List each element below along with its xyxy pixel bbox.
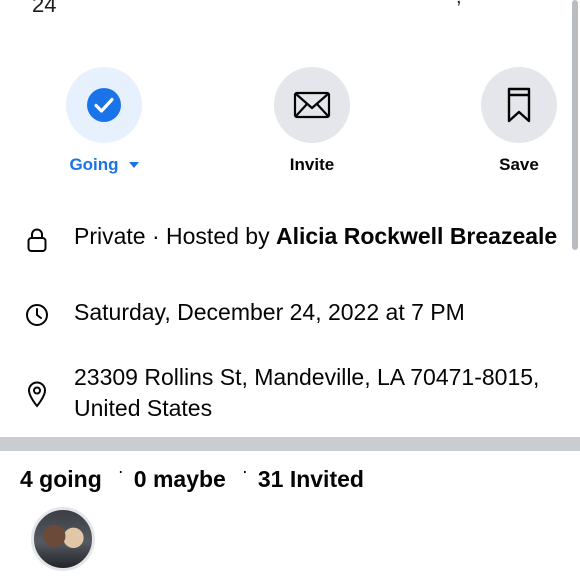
section-divider — [0, 437, 580, 451]
event-address[interactable]: 23309 Rollins St, Mandeville, LA 70471-8… — [74, 362, 564, 424]
event-date-fragment: 24 — [32, 0, 57, 17]
map-pin-icon — [0, 362, 74, 408]
maybe-count[interactable]: 0 maybe — [134, 466, 226, 493]
attendee-avatar[interactable] — [31, 507, 95, 571]
going-label-row[interactable]: Going — [44, 155, 164, 175]
clock-icon — [0, 297, 74, 327]
save-icon-circle[interactable] — [481, 67, 557, 143]
save-label: Save — [499, 155, 539, 174]
separator-dot: · — [117, 461, 124, 481]
going-button[interactable]: Going — [44, 67, 164, 175]
location-row[interactable]: 23309 Rollins St, Mandeville, LA 70471-8… — [0, 362, 580, 424]
header-fragment: , — [456, 0, 462, 9]
invited-count[interactable]: 31 Invited — [258, 466, 364, 493]
going-count[interactable]: 4 going — [20, 466, 102, 493]
host-name-link[interactable]: Alicia Rockwell Breazeale — [276, 223, 557, 249]
attendance-summary: 4 going · 0 maybe · 31 Invited — [20, 461, 364, 493]
save-button[interactable]: Save — [459, 67, 579, 175]
lock-icon — [0, 221, 74, 253]
privacy-host-text: Private · Hosted by Alicia Rockwell Brea… — [74, 221, 557, 252]
envelope-icon — [293, 91, 331, 119]
privacy-label: Private · Hosted by — [74, 223, 276, 249]
separator-dot: · — [241, 461, 248, 481]
event-datetime: Saturday, December 24, 2022 at 7 PM — [74, 299, 465, 325]
going-icon-circle[interactable] — [66, 67, 142, 143]
event-actions: Going Invite Save — [0, 67, 580, 177]
bookmark-icon — [507, 87, 531, 123]
privacy-host-row: Private · Hosted by Alicia Rockwell Brea… — [0, 221, 580, 253]
check-circle-icon — [87, 88, 121, 122]
invite-button[interactable]: Invite — [252, 67, 372, 175]
invite-icon-circle[interactable] — [274, 67, 350, 143]
chevron-down-icon[interactable] — [128, 162, 139, 168]
going-label: Going — [69, 155, 119, 174]
datetime-row: Saturday, December 24, 2022 at 7 PM — [0, 297, 580, 328]
invite-label: Invite — [289, 155, 335, 174]
